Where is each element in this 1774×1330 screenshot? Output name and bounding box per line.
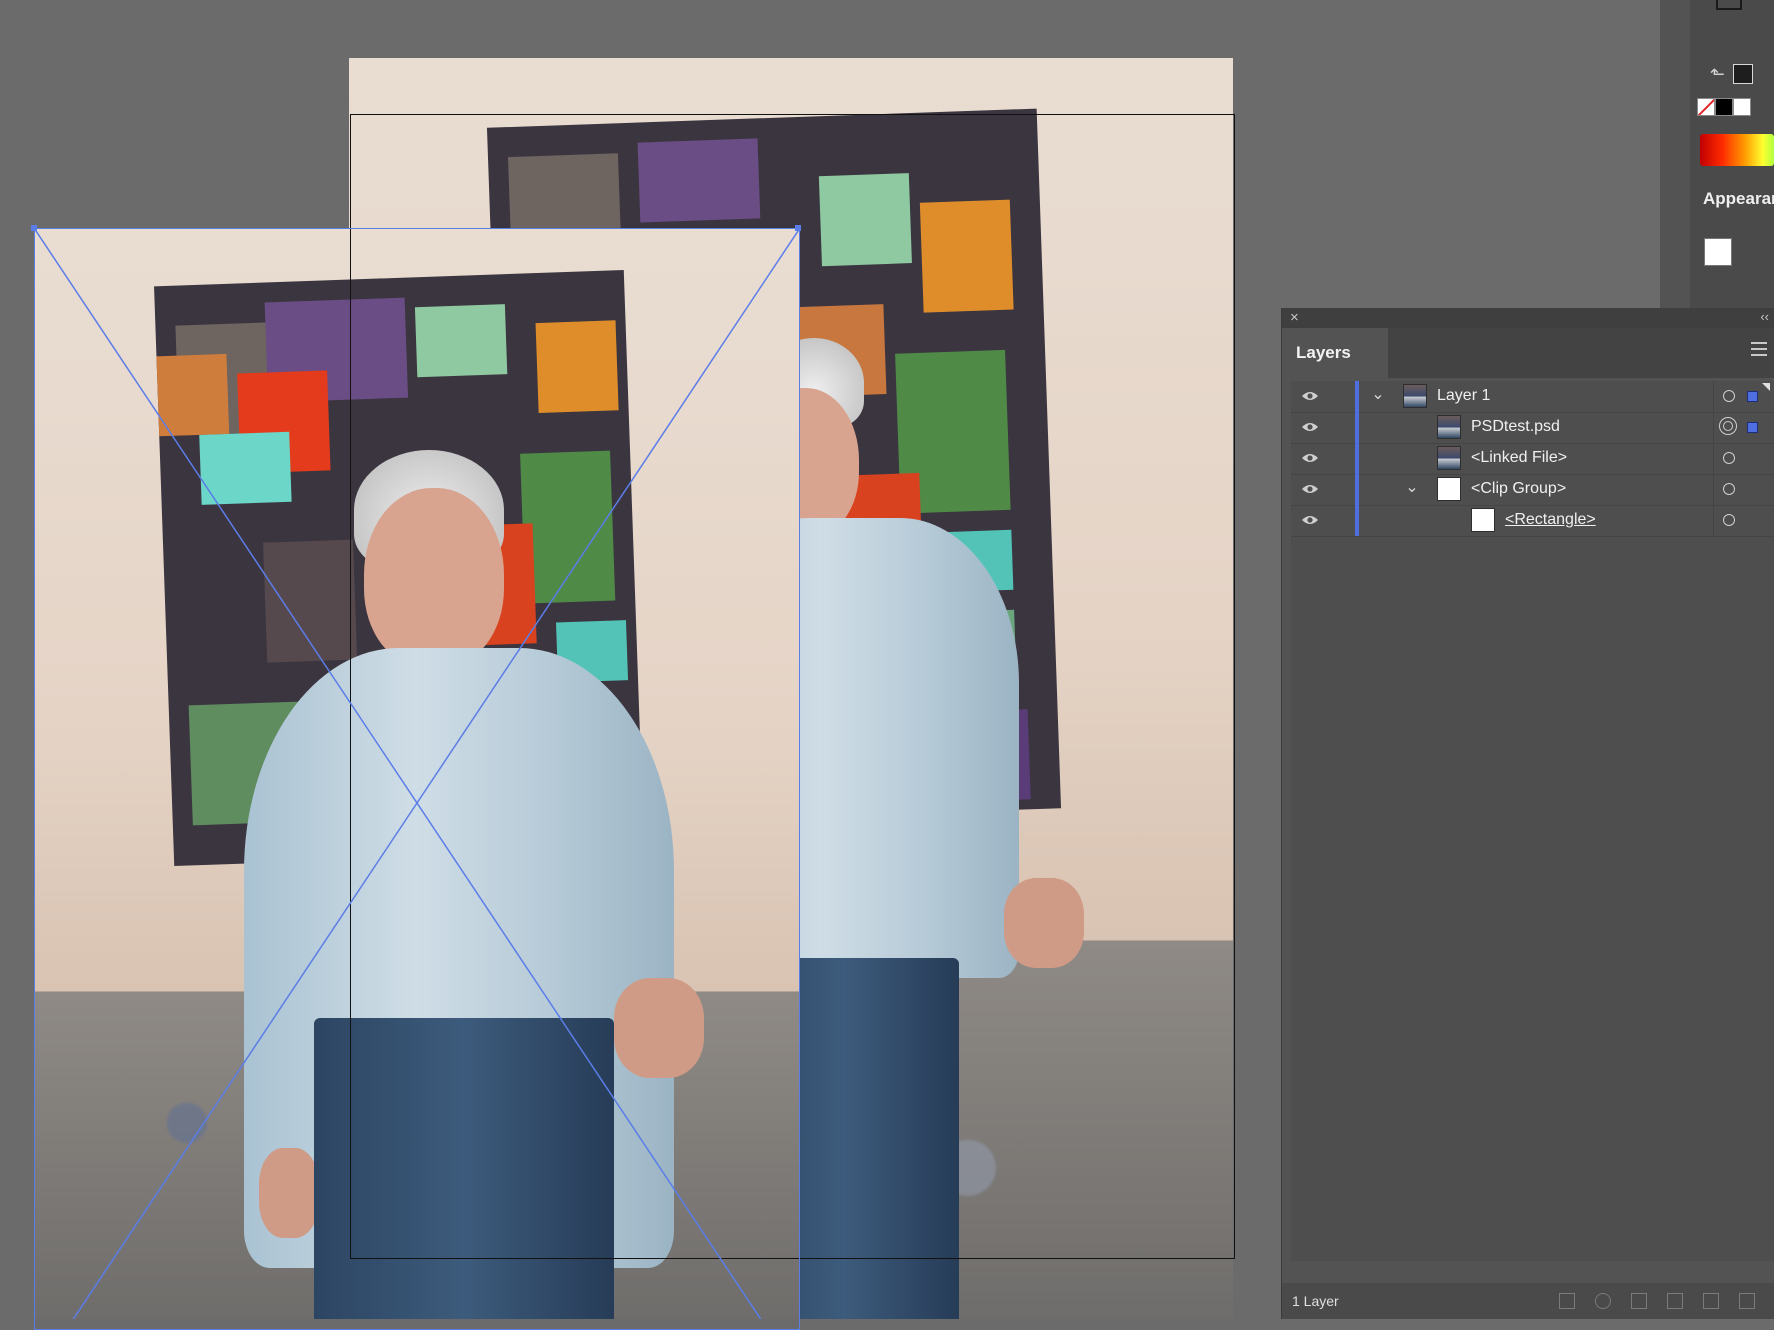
selection-anchor-tr[interactable] [795, 225, 801, 231]
panel-title-bar[interactable]: × ‹‹ [1282, 308, 1774, 328]
make-clipping-mask-icon[interactable] [1631, 1293, 1647, 1309]
panel-tab-bar: Layers [1282, 328, 1774, 378]
none-swatch-icon[interactable] [1697, 98, 1715, 116]
layer-name[interactable]: <Clip Group> [1471, 480, 1566, 498]
placed-image-front[interactable] [34, 228, 799, 1319]
column-divider [1713, 443, 1714, 474]
black-swatch-icon[interactable] [1715, 98, 1733, 116]
column-divider [1713, 474, 1714, 505]
layer-thumbnail [1437, 477, 1461, 501]
layer-name[interactable]: <Rectangle> [1505, 511, 1596, 529]
layer-name[interactable]: <Linked File> [1471, 449, 1567, 467]
layer-color-bar [1355, 474, 1359, 505]
column-divider [1713, 412, 1714, 443]
layer-row-linked-file[interactable]: <Linked File> [1291, 443, 1774, 475]
photo-person-hand [1004, 878, 1084, 968]
swap-arrow-icon[interactable]: ⬑ [1710, 64, 1725, 85]
visibility-eye-icon[interactable] [1301, 483, 1319, 495]
target-circle-icon[interactable] [1723, 483, 1735, 495]
layer-name[interactable]: Layer 1 [1437, 387, 1490, 405]
target-circle-icon[interactable] [1723, 514, 1735, 526]
layer-row-psdtest[interactable]: PSDtest.psd [1291, 412, 1774, 444]
delete-icon[interactable] [1739, 1293, 1755, 1309]
photo-person-jeans [314, 1018, 614, 1319]
layers-panel-footer: 1 Layer [1282, 1283, 1774, 1319]
stroke-swatch-icon[interactable] [1716, 0, 1742, 10]
photo-person-head [364, 488, 504, 668]
selection-indicator[interactable] [1747, 422, 1758, 433]
layer-row-rectangle[interactable]: <Rectangle> [1291, 505, 1774, 537]
column-divider [1713, 505, 1714, 536]
photo-person-hand [614, 978, 704, 1078]
footer-action-icons [1559, 1293, 1755, 1309]
layer-name[interactable]: PSDtest.psd [1471, 418, 1560, 436]
white-swatch-icon[interactable] [1733, 98, 1751, 116]
collapse-panel-icon[interactable]: ‹‹ [1760, 309, 1769, 324]
layers-panel: × ‹‹ Layers ⌄ Layer 1 PSDtest.psd <Linke… [1281, 308, 1774, 1319]
selection-indicator[interactable] [1747, 391, 1758, 402]
chevron-down-icon[interactable]: ⌄ [1371, 386, 1385, 404]
layer-thumbnail [1437, 446, 1461, 470]
close-icon[interactable]: × [1290, 309, 1299, 326]
target-double-circle-icon[interactable] [1719, 417, 1737, 435]
target-circle-icon[interactable] [1723, 452, 1735, 464]
layer-row-clip-group[interactable]: ⌄ <Clip Group> [1291, 474, 1774, 506]
visibility-eye-icon[interactable] [1301, 421, 1319, 433]
layer-color-bar [1355, 412, 1359, 443]
color-spectrum[interactable] [1700, 134, 1774, 166]
appearance-fill-swatch[interactable] [1704, 238, 1732, 266]
visibility-eye-icon[interactable] [1301, 390, 1319, 402]
layer-color-bar [1355, 443, 1359, 474]
selected-art-corner-icon [1762, 383, 1770, 391]
column-divider [1713, 381, 1714, 412]
photo-person-hand [259, 1148, 319, 1238]
chevron-down-icon[interactable]: ⌄ [1405, 479, 1419, 497]
layer-thumbnail [1471, 508, 1495, 532]
panel-menu-icon[interactable] [1751, 342, 1767, 360]
layer-list: ⌄ Layer 1 PSDtest.psd <Linked File> ⌄ <C… [1291, 381, 1774, 1261]
selection-anchor-tl[interactable] [31, 225, 37, 231]
fill-swatch-icon[interactable] [1733, 64, 1753, 84]
layer-count: 1 Layer [1292, 1293, 1339, 1309]
export-icon[interactable] [1559, 1293, 1575, 1309]
visibility-eye-icon[interactable] [1301, 514, 1319, 526]
layer-thumbnail [1403, 384, 1427, 408]
layer-color-bar [1355, 381, 1359, 412]
visibility-eye-icon[interactable] [1301, 452, 1319, 464]
appearance-panel-title: Appearar [1703, 189, 1774, 208]
layer-row-layer-1[interactable]: ⌄ Layer 1 [1291, 381, 1774, 413]
tab-layers[interactable]: Layers [1282, 328, 1388, 378]
layer-thumbnail [1437, 415, 1461, 439]
layer-color-bar [1355, 505, 1359, 536]
new-layer-icon[interactable] [1703, 1293, 1719, 1309]
target-circle-icon[interactable] [1723, 390, 1735, 402]
new-sublayer-icon[interactable] [1667, 1293, 1683, 1309]
locate-object-icon[interactable] [1595, 1293, 1611, 1309]
